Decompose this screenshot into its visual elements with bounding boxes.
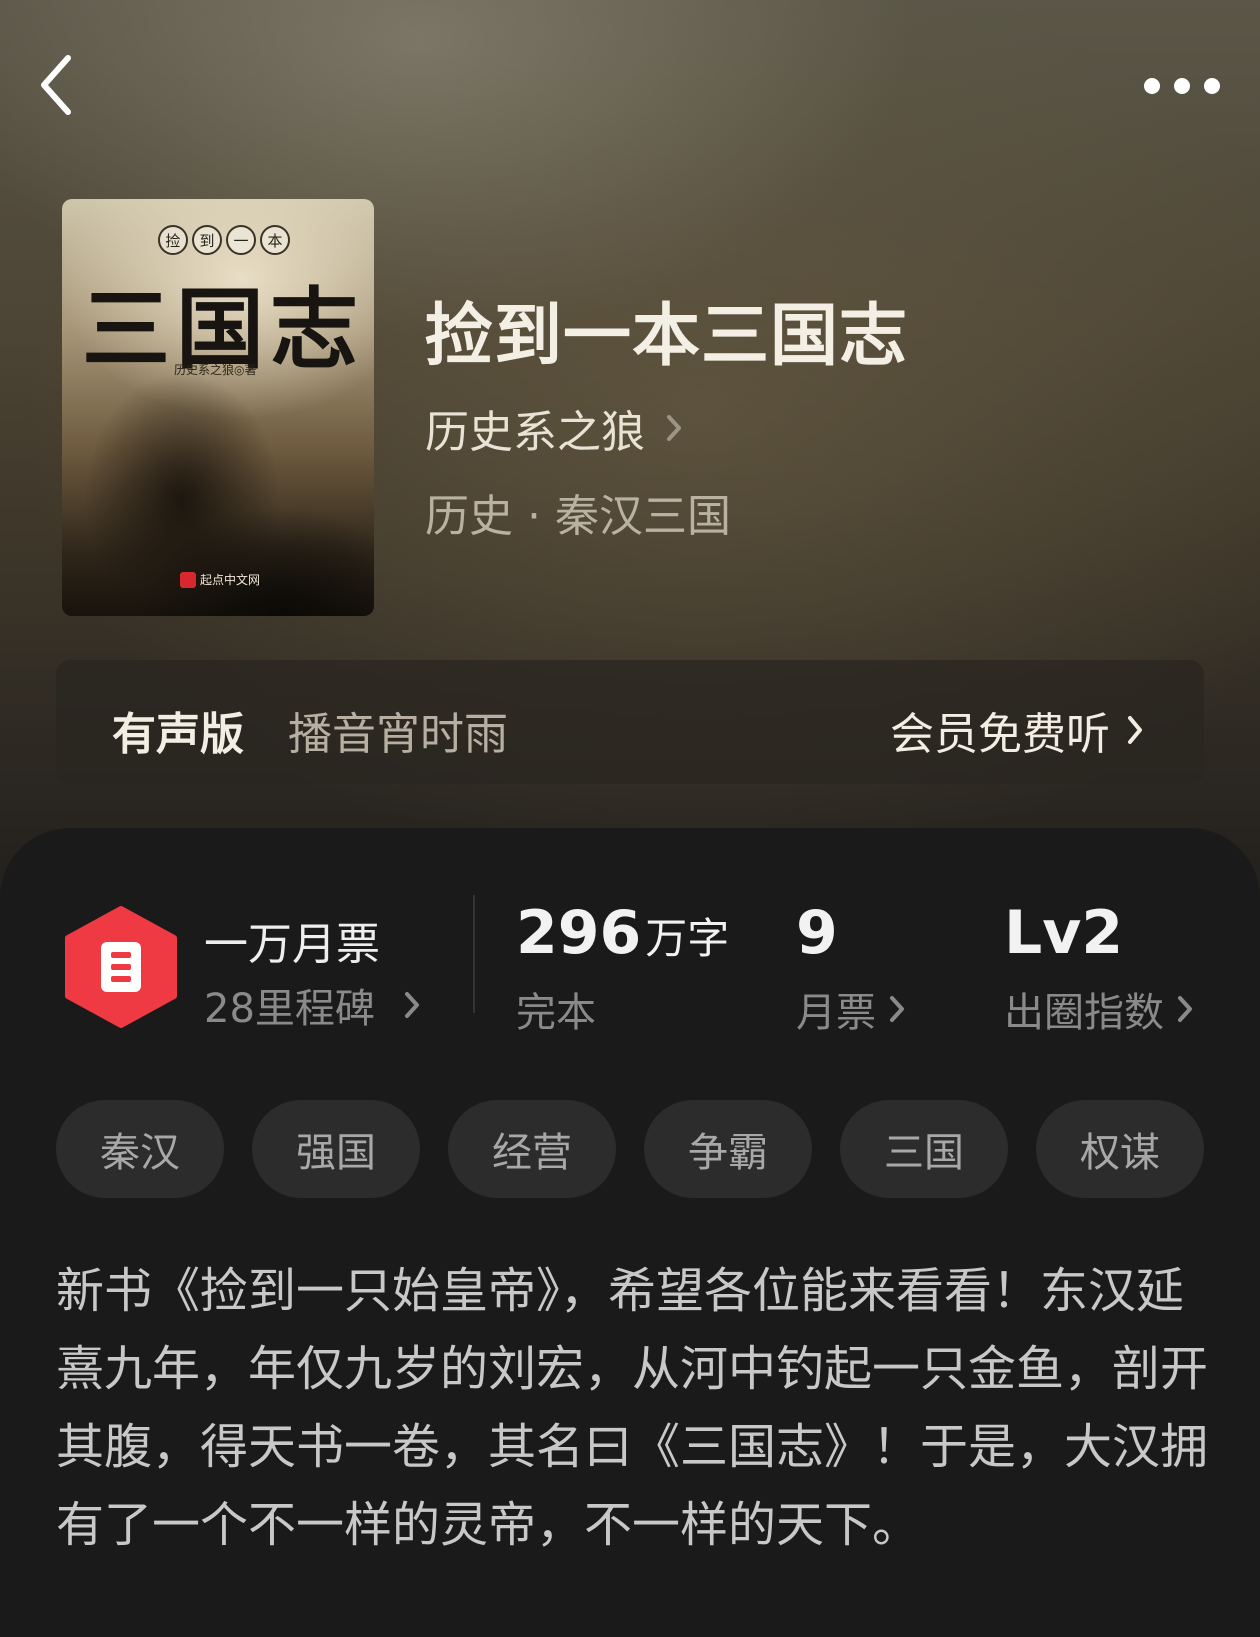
tag-chip[interactable]: 权谋 — [1036, 1100, 1204, 1198]
back-button[interactable] — [34, 50, 84, 120]
book-description[interactable]: 新书《捡到一只始皇帝》，希望各位能来看看！东汉延熹九年，年仅九岁的刘宏，从河中钓… — [56, 1252, 1216, 1564]
tag-chip[interactable]: 强国 — [252, 1100, 420, 1198]
tag-chip[interactable]: 争霸 — [644, 1100, 812, 1198]
cover-subtitle: 捡 到 一 本 — [158, 225, 290, 255]
word-count-value: 296 — [516, 898, 642, 968]
chevron-right-icon — [890, 996, 904, 1022]
member-listen-label: 会员免费听 — [890, 709, 1110, 760]
cover-author: 历史系之狼◎著 — [174, 363, 257, 377]
audio-label: 有声版 — [112, 709, 244, 760]
book-status-label: 完本 — [516, 990, 596, 1036]
chevron-right-icon — [1178, 996, 1192, 1022]
audio-edition-bar[interactable]: 有声版 播音宵时雨 会员免费听 — [56, 660, 1204, 784]
author-name: 历史系之狼 — [425, 407, 645, 458]
cover-publisher: 起点中文网 — [180, 571, 260, 588]
stats-divider — [473, 895, 475, 1013]
popularity-index-link[interactable]: 出圈指数 — [1004, 980, 1194, 1038]
word-count: 296万字 — [516, 898, 729, 968]
chevron-right-icon — [667, 415, 681, 441]
chevron-right-icon — [404, 992, 419, 1018]
monthly-ticket-badge-icon[interactable] — [64, 906, 178, 1028]
book-category: 历史 · 秦汉三国 — [425, 491, 731, 542]
milestone-link[interactable]: 28里程碑 — [204, 976, 421, 1034]
ticket-title: 一万月票 — [204, 919, 380, 970]
tag-chip[interactable]: 三国 — [840, 1100, 1008, 1198]
cover-subtitle-char: 本 — [260, 225, 290, 255]
chevron-right-icon — [1128, 716, 1142, 744]
publisher-logo-icon — [180, 571, 196, 588]
audio-narrator: 播音宵时雨 — [288, 709, 508, 760]
popularity-index-label: 出圈指数 — [1004, 990, 1164, 1036]
cover-subtitle-char: 一 — [226, 225, 256, 255]
monthly-ticket-link[interactable]: 月票 — [796, 980, 906, 1038]
book-cover[interactable]: 捡 到 一 本 三国志 历史系之狼◎著 起点中文网 — [62, 199, 374, 616]
more-button[interactable] — [1140, 66, 1230, 106]
tag-chip[interactable]: 经营 — [448, 1100, 616, 1198]
author-link[interactable]: 历史系之狼 — [425, 396, 683, 460]
chevron-left-icon — [41, 55, 71, 115]
member-listen-link[interactable]: 会员免费听 — [890, 698, 1144, 762]
more-dots-icon — [1144, 78, 1220, 94]
book-title: 捡到一本三国志 — [425, 296, 909, 376]
tag-chip[interactable]: 秦汉 — [56, 1100, 224, 1198]
cover-publisher-label: 起点中文网 — [200, 573, 261, 587]
monthly-ticket-label: 月票 — [796, 990, 876, 1036]
monthly-ticket-count: 9 — [796, 898, 838, 968]
book-status: 完本 — [516, 980, 596, 1038]
milestone-label: 28里程碑 — [204, 986, 375, 1032]
cover-subtitle-char: 捡 — [158, 225, 188, 255]
word-count-unit: 万字 — [645, 914, 730, 963]
popularity-level: Lv2 — [1004, 898, 1124, 968]
cover-subtitle-char: 到 — [192, 225, 222, 255]
